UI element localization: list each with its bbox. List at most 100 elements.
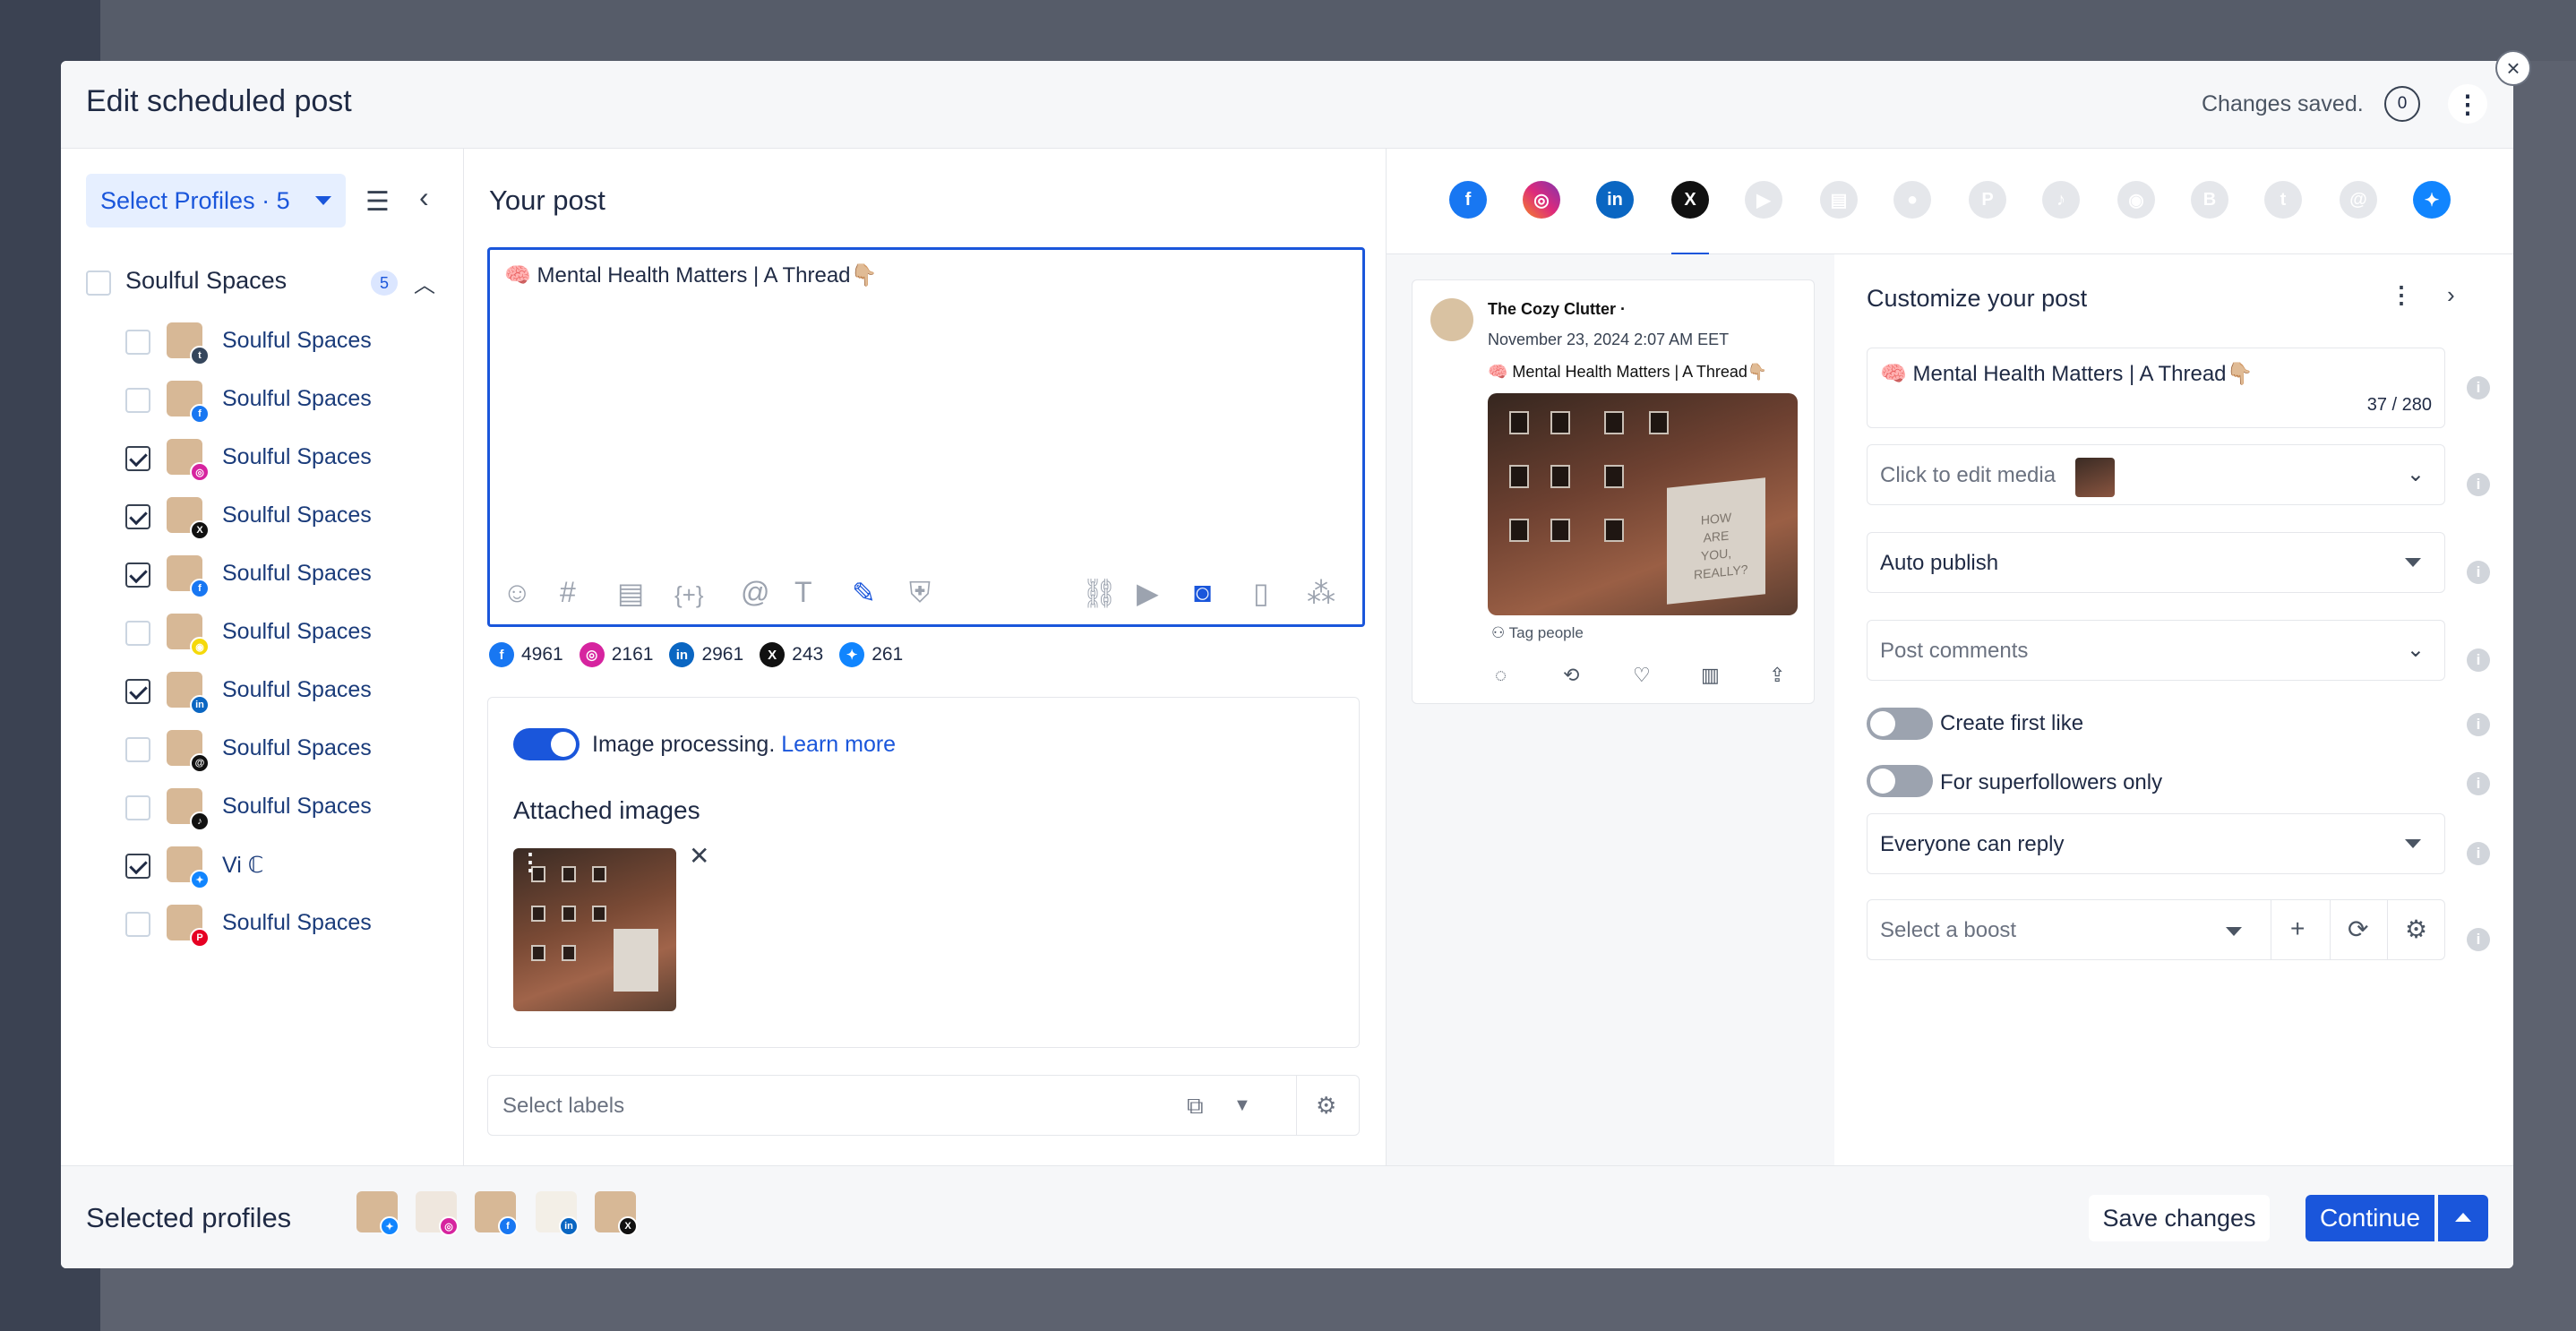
chevron-right-icon[interactable]: › (2447, 281, 2455, 309)
text-snippet-icon[interactable]: ▤ (617, 576, 644, 610)
selected-profile-avatar[interactable]: in (536, 1191, 579, 1236)
profile-checkbox[interactable] (125, 795, 150, 820)
info-icon[interactable]: i (2467, 376, 2490, 399)
profile-checkbox[interactable] (125, 562, 150, 588)
document-icon[interactable]: ▯ (1253, 576, 1269, 610)
continue-options-button[interactable] (2438, 1195, 2488, 1241)
more-options-icon[interactable]: ⋮ (2448, 84, 2487, 124)
comments-button[interactable]: 0 (2384, 86, 2420, 122)
canva-icon[interactable]: ⁂ (1307, 576, 1335, 610)
image-processing-toggle[interactable] (513, 728, 580, 760)
labels-settings-icon[interactable]: ⚙ (1316, 1092, 1336, 1120)
ai-magic-wand-icon[interactable]: ✎ (852, 576, 876, 610)
superfollowers-toggle[interactable] (1867, 765, 1933, 797)
tab-linkedin[interactable]: in (1596, 181, 1634, 219)
tab-instagram[interactable]: ◎ (1523, 181, 1560, 219)
continue-button[interactable]: Continue (2306, 1195, 2434, 1241)
selected-profile-avatar[interactable]: ◎ (416, 1191, 459, 1236)
info-icon[interactable]: i (2467, 928, 2490, 951)
tab-tiktok[interactable]: ♪ (2042, 181, 2080, 219)
tab-pinterest[interactable]: P (1969, 181, 2006, 219)
profile-checkbox[interactable] (125, 446, 150, 471)
profile-checkbox[interactable] (125, 854, 150, 879)
profile-item-threads[interactable]: @ Soulful Spaces (125, 726, 448, 773)
edit-media-field[interactable]: Click to edit media ⌄ (1867, 444, 2445, 505)
boost-select[interactable]: Select a boost + ⟳ ⚙ (1867, 899, 2445, 960)
info-icon[interactable]: i (2467, 842, 2490, 865)
select-profiles-dropdown[interactable]: Select Profiles · 5 (86, 174, 346, 228)
profile-checkbox[interactable] (125, 388, 150, 413)
tab-reddit[interactable]: ● (1893, 181, 1931, 219)
info-icon[interactable]: i (2467, 772, 2490, 795)
profile-checkbox[interactable] (125, 330, 150, 355)
profile-item-x[interactable]: X Soulful Spaces (125, 494, 448, 540)
selected-profile-avatar[interactable]: ✦ (356, 1191, 399, 1236)
video-icon[interactable]: ▶ (1137, 576, 1159, 610)
custom-post-text[interactable]: 🧠 Mental Health Matters | A Thread👇🏼 (1880, 361, 2253, 387)
collapse-panel-icon[interactable]: ‹ (419, 181, 429, 214)
close-modal-button[interactable]: × (2495, 50, 2531, 86)
copy-labels-icon[interactable]: ⧉ (1187, 1092, 1204, 1121)
profile-checkbox[interactable] (125, 504, 150, 529)
refresh-icon[interactable]: ⟳ (2348, 915, 2368, 944)
emoji-icon[interactable]: ☺ (502, 576, 532, 609)
profile-item-facebook[interactable]: f Soulful Spaces (125, 552, 448, 598)
variables-icon[interactable]: {+} (674, 581, 704, 609)
customize-options-icon[interactable]: ⋮ (2390, 281, 2413, 309)
custom-text-field[interactable]: 🧠 Mental Health Matters | A Thread👇🏼 37 … (1867, 348, 2445, 428)
profile-item-tumblr[interactable]: t Soulful Spaces (125, 319, 448, 365)
hashtag-icon[interactable]: # (560, 576, 576, 609)
tab-x[interactable]: X (1671, 181, 1709, 219)
info-icon[interactable]: i (2467, 713, 2490, 736)
info-icon[interactable]: i (2467, 648, 2490, 672)
tab-tumblr[interactable]: t (2264, 181, 2302, 219)
tab-facebook[interactable]: f (1449, 181, 1487, 219)
boost-settings-icon[interactable]: ⚙ (2405, 915, 2427, 944)
learn-more-link[interactable]: Learn more (781, 732, 896, 757)
profile-item-instagram[interactable]: ◎ Soulful Spaces (125, 435, 448, 482)
group-checkbox[interactable] (86, 270, 111, 296)
profile-item-snapchat[interactable]: ◉ Soulful Spaces (125, 610, 448, 657)
caret-down-icon[interactable]: ▼ (1233, 1095, 1251, 1116)
tab-snapchat[interactable]: ◉ (2117, 181, 2155, 219)
reply-setting-select[interactable]: Everyone can reply (1867, 813, 2445, 874)
text-format-icon[interactable]: T (794, 576, 812, 609)
post-text-editor[interactable]: 🧠 Mental Health Matters | A Thread👇🏼 ☺ #… (487, 247, 1365, 627)
profile-item-tiktok[interactable]: ♪ Soulful Spaces (125, 785, 448, 831)
instagram-icon: ◎ (439, 1216, 459, 1236)
filter-icon[interactable]: ☰ (365, 186, 390, 218)
profile-checkbox[interactable] (125, 679, 150, 704)
tab-youtube[interactable]: ▶ (1745, 181, 1782, 219)
profile-item-pinterest[interactable]: P Soulful Spaces (125, 901, 448, 948)
selected-profile-avatar[interactable]: X (595, 1191, 638, 1236)
profile-checkbox[interactable] (125, 912, 150, 937)
info-icon[interactable]: i (2467, 473, 2490, 496)
post-text[interactable]: 🧠 Mental Health Matters | A Thread👇🏼 (504, 262, 877, 288)
mention-icon[interactable]: @ (741, 576, 769, 609)
tab-google-business[interactable]: ▤ (1820, 181, 1858, 219)
tab-blog[interactable]: B (2191, 181, 2228, 219)
shield-icon[interactable]: ⛨ (909, 576, 931, 610)
publish-mode-select[interactable]: Auto publish (1867, 532, 2445, 593)
tab-bluesky[interactable]: ✦ (2413, 181, 2451, 219)
image-options-icon[interactable]: ⋮ (519, 848, 542, 876)
profile-item-linkedin[interactable]: in Soulful Spaces (125, 668, 448, 715)
tab-threads[interactable]: @ (2340, 181, 2377, 219)
profile-checkbox[interactable] (125, 737, 150, 762)
link-icon[interactable]: ⛓ (1081, 576, 1118, 610)
add-boost-icon[interactable]: + (2290, 915, 2305, 943)
labels-select[interactable]: Select labels ⧉ ▼ ⚙ (487, 1075, 1360, 1136)
selected-profile-avatar[interactable]: f (475, 1191, 518, 1236)
attached-image-thumbnail[interactable]: ⋮ (513, 848, 676, 1011)
info-icon[interactable]: i (2467, 561, 2490, 584)
remove-image-icon[interactable]: ✕ (689, 841, 709, 871)
post-comments-field[interactable]: Post comments ⌄ (1867, 620, 2445, 681)
chevron-up-icon[interactable]: ︿ (414, 267, 435, 298)
save-changes-button[interactable]: Save changes (2089, 1195, 2270, 1241)
create-first-like-toggle[interactable] (1867, 708, 1933, 740)
profile-item-facebook[interactable]: f Soulful Spaces (125, 377, 448, 424)
camera-icon[interactable]: ◙ (1194, 576, 1211, 609)
profile-checkbox[interactable] (125, 621, 150, 646)
tag-people-link[interactable]: ⚇ Tag people (1491, 624, 1584, 642)
profile-item-bluesky[interactable]: ✦ Vi ℂ (125, 843, 448, 889)
